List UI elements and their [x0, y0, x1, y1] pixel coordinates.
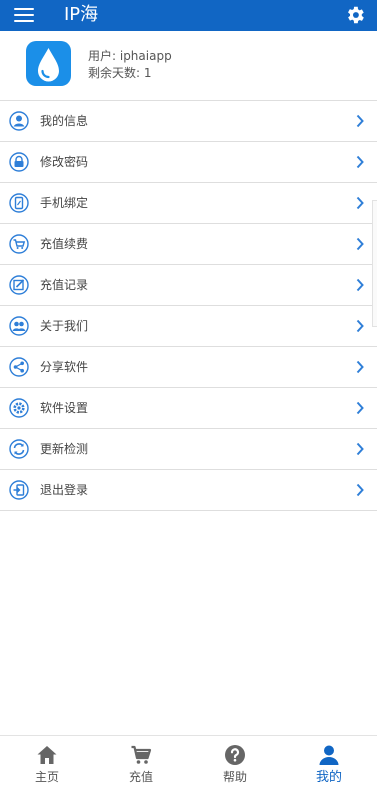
menu-item-label: 充值记录 — [40, 278, 89, 292]
chevron-right-icon — [356, 196, 364, 210]
gear-icon[interactable] — [344, 4, 366, 26]
menu-item-label: 关于我们 — [40, 319, 89, 333]
menu-item-logout[interactable]: 退出登录 — [0, 470, 377, 511]
edit-icon — [9, 275, 29, 295]
avatar — [26, 41, 71, 86]
cart-icon — [9, 234, 29, 254]
profile-days-remaining: 剩余天数: 1 — [88, 66, 152, 80]
menu-item-label: 软件设置 — [40, 401, 89, 415]
user-icon — [9, 111, 29, 131]
chevron-right-icon — [356, 114, 364, 128]
menu-item-label: 分享软件 — [40, 360, 89, 374]
logout-icon — [9, 480, 29, 500]
water-drop-logo-icon — [38, 48, 59, 82]
lock-icon — [9, 152, 29, 172]
help-icon — [225, 745, 245, 765]
chevron-right-icon — [356, 237, 364, 251]
menu-item-change-password[interactable]: 修改密码 — [0, 142, 377, 183]
menu-item-label: 退出登录 — [40, 483, 89, 497]
profile-username: 用户: iphaiapp — [88, 49, 172, 63]
gear-icon — [9, 398, 29, 418]
chevron-right-icon — [356, 442, 364, 456]
user-icon — [319, 745, 339, 765]
tab-label: 主页 — [34, 770, 59, 784]
menu-item-phone-binding[interactable]: 手机绑定 — [0, 183, 377, 224]
bottom-tab-bar: 主页 充值 帮助 我的 — [0, 735, 377, 788]
chevron-right-icon — [356, 401, 364, 415]
side-scroll-indicator[interactable] — [372, 200, 377, 327]
app-header: IP海 — [0, 0, 377, 31]
tab-recharge[interactable]: 充值 — [94, 736, 188, 788]
share-icon — [9, 357, 29, 377]
menu-item-about-us[interactable]: 关于我们 — [0, 306, 377, 347]
refresh-icon — [9, 439, 29, 459]
tab-label: 帮助 — [222, 770, 247, 784]
group-icon — [9, 316, 29, 336]
menu-item-label: 充值续费 — [40, 237, 89, 251]
app-title: IP海 — [64, 4, 99, 25]
menu-item-share-app[interactable]: 分享软件 — [0, 347, 377, 388]
settings-menu-list: 我的信息 修改密码 手机绑定 充值续费 充值记录 关于我们 分享软件 软件设置 — [0, 100, 377, 511]
menu-item-my-info[interactable]: 我的信息 — [0, 101, 377, 142]
chevron-right-icon — [356, 360, 364, 374]
home-icon — [37, 746, 57, 764]
tab-mine[interactable]: 我的 — [282, 736, 376, 788]
menu-item-recharge[interactable]: 充值续费 — [0, 224, 377, 265]
hamburger-menu-icon[interactable] — [14, 7, 36, 24]
chevron-right-icon — [356, 483, 364, 497]
menu-item-recharge-history[interactable]: 充值记录 — [0, 265, 377, 306]
menu-item-check-update[interactable]: 更新检测 — [0, 429, 377, 470]
menu-item-label: 修改密码 — [40, 155, 89, 169]
tab-home[interactable]: 主页 — [0, 736, 94, 788]
tab-help[interactable]: 帮助 — [188, 736, 282, 788]
chevron-right-icon — [356, 278, 364, 292]
menu-item-app-settings[interactable]: 软件设置 — [0, 388, 377, 429]
profile-card: 用户: iphaiapp 剩余天数: 1 — [0, 31, 377, 100]
chevron-right-icon — [356, 319, 364, 333]
menu-item-label: 我的信息 — [40, 114, 89, 128]
cart-icon — [131, 745, 152, 764]
tab-label: 我的 — [315, 770, 342, 785]
tab-label: 充值 — [128, 770, 153, 784]
menu-item-label: 更新检测 — [40, 442, 89, 456]
menu-item-label: 手机绑定 — [40, 196, 89, 210]
phone-icon — [9, 193, 29, 213]
chevron-right-icon — [356, 155, 364, 169]
